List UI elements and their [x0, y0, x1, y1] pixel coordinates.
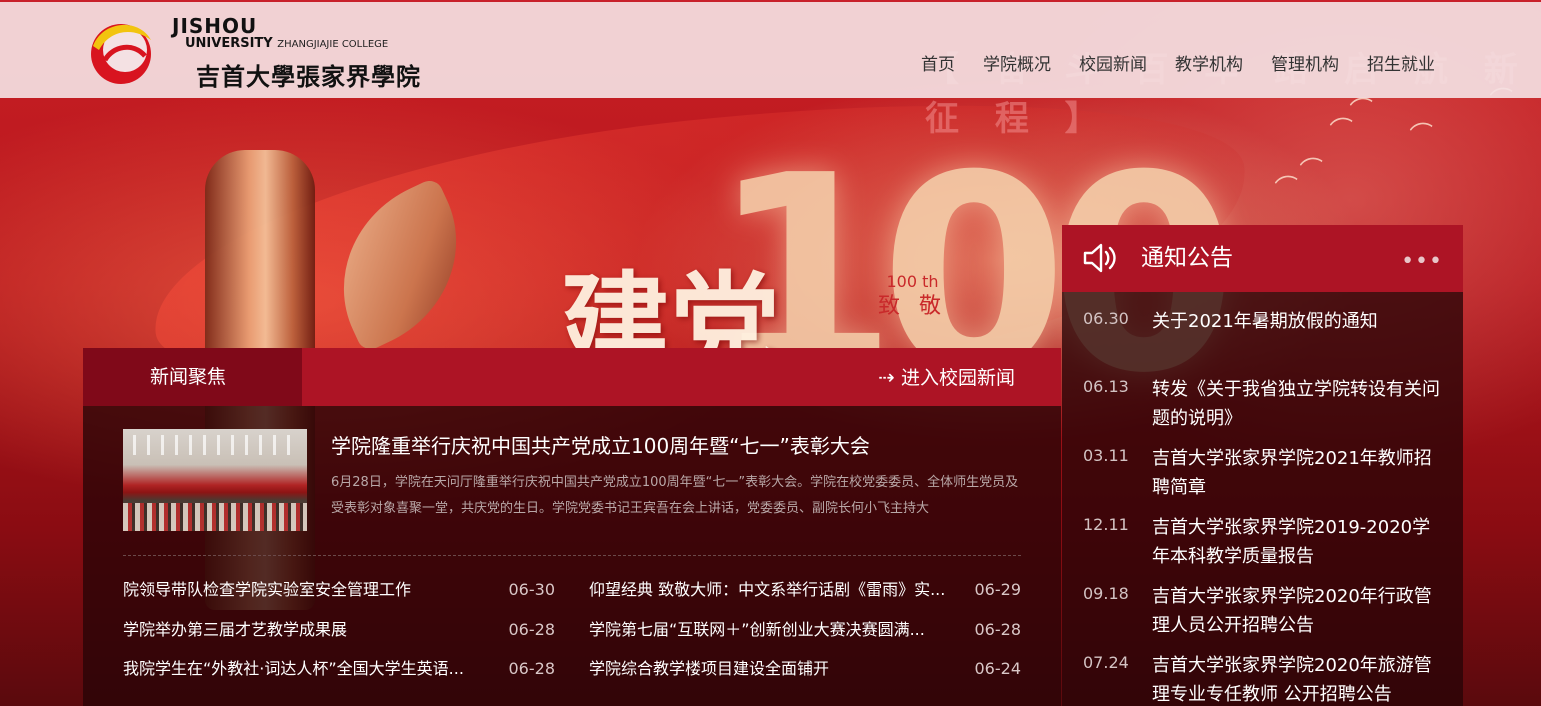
speaker-icon [1083, 243, 1116, 273]
nav-item-admin-units[interactable]: 管理机构 [1257, 50, 1353, 75]
college-logo-icon[interactable] [85, 16, 157, 88]
nav-item-teaching-units[interactable]: 教学机构 [1161, 50, 1257, 75]
main-nav: 首页 学院概况 校园新闻 教学机构 管理机构 招生就业 [907, 50, 1449, 75]
notice-item-date: 06.13 [1083, 377, 1129, 396]
notice-title: 通知公告 [1141, 245, 1233, 271]
news-item-title: 仰望经典 致敬大师：中文系举行话剧《雷雨》实... [589, 580, 946, 599]
news-item-title: 院领导带队检查学院实验室安全管理工作 [123, 580, 412, 599]
arrow-right-icon: ⇢ [878, 365, 895, 389]
notice-item-title: 关于2021年暑期放假的通知 [1152, 311, 1378, 332]
news-item-date: 06-28 [508, 659, 556, 678]
notice-item-title: 吉首大学张家界学院2019-2020学年本科教学质量报告 [1152, 517, 1431, 567]
news-item-title: 我院学生在“外教社·词达人杯”全国大学生英语... [123, 659, 464, 678]
featured-news-summary: 6月28日，学院在天问厅隆重举行庆祝中国共产党成立100周年暨“七一”表彰大会。… [331, 475, 1019, 516]
notice-item-date: 12.11 [1083, 515, 1129, 534]
bird-icon: ⌒ [1273, 172, 1302, 204]
banner-small-label: 100 th 致 敬 [878, 272, 947, 321]
more-campus-news-link[interactable]: ⇢ 进入校园新闻 [878, 348, 1015, 406]
logo-text-en-line2: UNIVERSITY ZHANGJIAJIE COLLEGE [185, 36, 388, 51]
news-item-title: 学院综合教学楼项目建设全面铺开 [589, 659, 830, 678]
notice-item-date: 07.24 [1083, 653, 1129, 672]
news-item-date: 06-28 [974, 619, 1022, 639]
banner-small-label-cn: 致 敬 [878, 293, 947, 319]
featured-news-title[interactable]: 学院隆重举行庆祝中国共产党成立100周年暨“七一”表彰大会 [331, 430, 1031, 459]
news-item-date: 06-28 [508, 619, 556, 639]
news-item-date: 06-24 [974, 659, 1022, 678]
logo-text-college: ZHANGJIAJIE COLLEGE [277, 39, 389, 50]
notice-item-title: 吉首大学张家界学院2021年教师招聘简章 [1152, 448, 1432, 498]
notice-item-date: 03.11 [1083, 446, 1129, 465]
notice-item-date: 09.18 [1083, 584, 1129, 603]
nav-item-admissions[interactable]: 招生就业 [1353, 50, 1449, 75]
list-item[interactable]: 我院学生在“外教社·词达人杯”全国大学生英语... 06-28 [123, 657, 555, 697]
banner-small-label-en: 100 th [886, 272, 939, 291]
news-item-title: 学院举办第三届才艺教学成果展 [123, 619, 348, 639]
list-item[interactable]: 学院举办第三届才艺教学成果展 06-28 [123, 618, 555, 658]
list-item[interactable]: 院领导带队检查学院实验室安全管理工作 06-30 [123, 578, 555, 618]
news-panel-header: 新闻聚焦 ⇢ 进入校园新闻 [83, 348, 1061, 406]
news-item-date: 06-30 [508, 580, 556, 599]
logo-text-cn: 吉首大學張家界學院 [196, 62, 421, 91]
notice-item-title: 转发《关于我省独立学院转设有关问题的说明》 [1152, 379, 1440, 429]
ceiling-lights-decoration [133, 435, 297, 455]
notice-item-title: 吉首大学张家界学院2020年行政管理人员公开招聘公告 [1152, 586, 1432, 636]
logo-text-university: UNIVERSITY [185, 36, 273, 51]
notice-panel-header: 通知公告 ••• [1062, 225, 1463, 292]
news-divider [123, 555, 1021, 556]
list-item[interactable]: 学院第七届“互联网＋”创新创业大赛决赛圆满... 06-28 [589, 618, 1021, 658]
more-campus-news-label: 进入校园新闻 [900, 367, 1015, 389]
nav-item-about[interactable]: 学院概况 [969, 50, 1065, 75]
site-header: JISHOU UNIVERSITY ZHANGJIAJIE COLLEGE 吉首… [0, 0, 1541, 98]
audience-decoration [123, 503, 307, 531]
notice-item-date: 06.30 [1083, 309, 1129, 328]
list-item[interactable]: 学院综合教学楼项目建设全面铺开 06-24 [589, 657, 1021, 697]
bird-icon: ⌒ [1298, 154, 1327, 186]
nav-item-home[interactable]: 首页 [907, 50, 969, 75]
more-dots-icon[interactable]: ••• [1401, 249, 1443, 274]
notice-panel: 通知公告 ••• 06.30 关于2021年暑期放假的通知 06.13 转发《关… [1062, 225, 1463, 706]
list-item[interactable]: 仰望经典 致敬大师：中文系举行话剧《雷雨》实... 06-29 [589, 578, 1021, 618]
tab-news-focus[interactable]: 新闻聚焦 [83, 348, 302, 406]
news-focus-panel: 新闻聚焦 ⇢ 进入校园新闻 学院隆重举行庆祝中国共产党成立100周年暨“七一”表彰… [83, 348, 1061, 706]
news-item-date: 06-29 [974, 580, 1022, 599]
notice-item-title: 吉首大学张家界学院2020年旅游管理专业专任教师 公开招聘公告 [1152, 655, 1432, 705]
news-item-title: 学院第七届“互联网＋”创新创业大赛决赛圆满... [589, 619, 925, 639]
news-list: 院领导带队检查学院实验室安全管理工作 06-30 仰望经典 致敬大师：中文系举行… [123, 578, 1021, 697]
nav-item-campus-news[interactable]: 校园新闻 [1065, 50, 1161, 75]
featured-news-thumbnail[interactable] [123, 429, 307, 531]
logo-text-en-line1: JISHOU [172, 14, 258, 38]
